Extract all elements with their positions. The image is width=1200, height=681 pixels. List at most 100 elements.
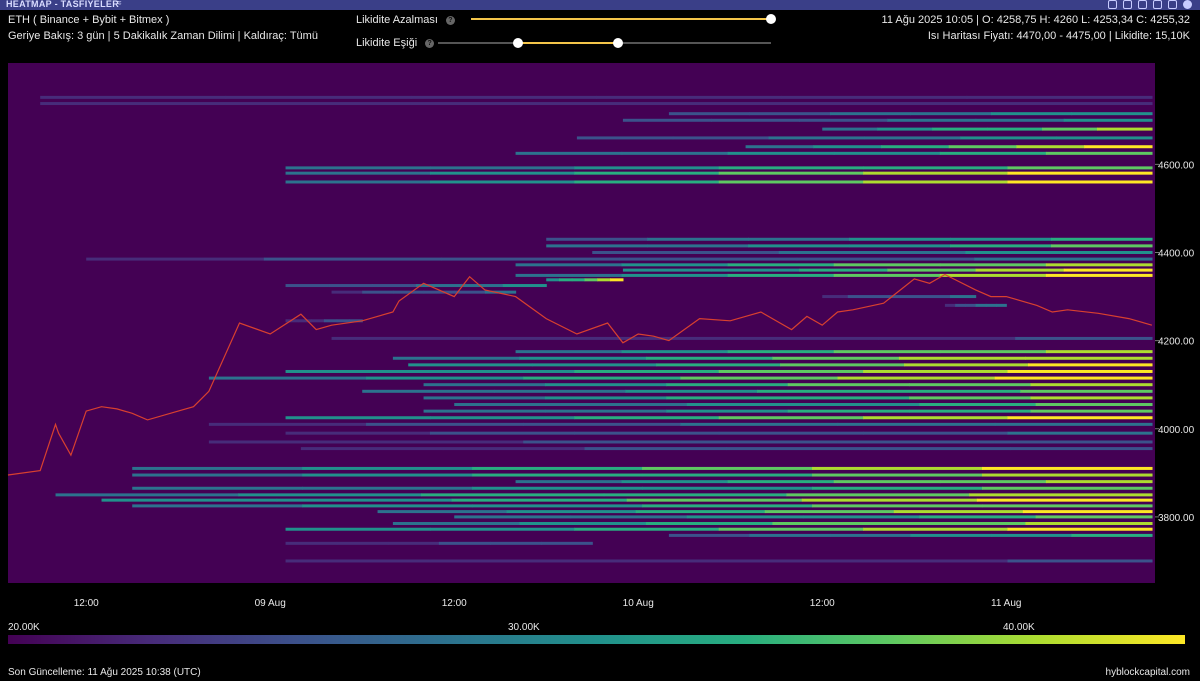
x-tick-label: 12:00 xyxy=(810,598,835,609)
liquidity-band xyxy=(408,363,533,367)
liquidity-band xyxy=(910,112,992,116)
slider-handle[interactable] xyxy=(766,14,776,24)
liquidity-band xyxy=(768,136,866,140)
liquidity-threshold-text: Likidite Eşiği xyxy=(356,37,418,49)
liquidity-band xyxy=(541,541,593,545)
liquidity-band xyxy=(939,263,1047,267)
liquidation-heatmap-chart[interactable]: 4600.00 4400.00 4200.00 4000.00 3800.00 12:00… xyxy=(0,60,1200,615)
liquidity-band xyxy=(833,263,941,267)
liquidity-band xyxy=(711,118,800,122)
liquidity-band xyxy=(868,447,1011,451)
close-icon[interactable] xyxy=(1183,0,1192,9)
liquidity-band xyxy=(596,95,782,99)
liquidity-band xyxy=(944,303,956,307)
liquidity-band xyxy=(718,416,864,420)
liquidity-band xyxy=(421,493,605,497)
liquidity-band xyxy=(597,278,611,282)
liquidity-band xyxy=(799,268,889,272)
liquidity-band xyxy=(718,180,864,184)
liquidity-band xyxy=(331,290,363,294)
liquidity-band xyxy=(1030,383,1153,387)
liquidity-band xyxy=(387,541,440,545)
liquidity-band xyxy=(208,440,367,444)
liquidity-band xyxy=(1007,171,1153,175)
sliders-icon[interactable]: ≈ xyxy=(116,0,122,9)
liquidity-band xyxy=(772,356,900,360)
liquidity-band xyxy=(429,431,575,435)
liquidity-band xyxy=(298,319,312,323)
liquidity-band xyxy=(570,403,688,407)
liquidity-band xyxy=(932,127,988,131)
heatmap-price-info: Isı Haritası Fiyatı: 4470,00 - 4475,00 |… xyxy=(927,30,1190,42)
liquidity-band xyxy=(812,473,983,477)
home-icon[interactable] xyxy=(1138,0,1147,9)
download-icon[interactable] xyxy=(1168,0,1177,9)
liquidity-band xyxy=(863,180,1009,184)
liquidity-band xyxy=(285,180,431,184)
liquidity-band xyxy=(302,466,473,470)
refresh-icon[interactable] xyxy=(1108,0,1117,9)
liquidity-band xyxy=(300,447,444,451)
help-icon[interactable]: ? xyxy=(445,16,455,25)
camera-icon[interactable] xyxy=(1123,0,1132,9)
liquidity-band xyxy=(718,369,864,373)
liquidity-band xyxy=(745,145,814,149)
liquidity-band xyxy=(666,396,789,400)
liquidity-band xyxy=(1030,396,1153,400)
liquidity-band xyxy=(366,422,524,426)
settings-info: Geriye Bakış: 3 gün | 5 Dakikalık Zaman … xyxy=(8,30,318,42)
liquidity-band xyxy=(1084,145,1153,149)
brand-link[interactable]: hyblockcapital.com xyxy=(1106,667,1190,678)
colorbar-label: 20.00K xyxy=(8,622,40,633)
liquidity-band xyxy=(276,498,453,502)
liquidity-band xyxy=(757,389,890,393)
liquidity-band xyxy=(323,319,338,323)
liquidity-band xyxy=(666,383,789,387)
liquidity-band xyxy=(726,447,869,451)
liquidity-band xyxy=(1022,510,1153,514)
slider-handle-low[interactable] xyxy=(512,38,523,48)
liquidity-band xyxy=(863,166,1009,170)
liquidity-band xyxy=(208,422,367,426)
liquidity-band xyxy=(328,284,374,288)
liquidity-band xyxy=(285,369,431,373)
liquidity-decay-slider[interactable] xyxy=(471,14,776,24)
liquidity-band xyxy=(642,486,813,490)
liquidity-threshold-label: Likidite Eşiği? xyxy=(356,37,435,49)
liquidity-band xyxy=(576,136,674,140)
liquidity-band xyxy=(571,278,586,282)
liquidity-band xyxy=(55,493,239,497)
liquidity-band xyxy=(362,389,495,393)
liquidity-band xyxy=(645,522,774,526)
liquidity-band xyxy=(263,257,443,261)
liquidity-band xyxy=(975,268,1065,272)
liquidity-band xyxy=(864,136,961,140)
window-title: HEATMAP - TASFİYELER xyxy=(6,0,120,9)
liquidity-band xyxy=(392,356,520,360)
liquidity-band xyxy=(965,250,1060,254)
liquidity-band xyxy=(645,356,774,360)
liquidity-band xyxy=(515,151,623,155)
liquidity-band xyxy=(1045,273,1153,277)
liquidity-threshold-slider[interactable] xyxy=(438,38,771,48)
liquidity-band xyxy=(1007,527,1153,531)
liquidity-band xyxy=(468,336,606,340)
liquidity-band xyxy=(833,350,941,354)
liquidity-band xyxy=(981,486,1153,490)
liquidity-band xyxy=(996,303,1007,307)
table-icon[interactable] xyxy=(1153,0,1162,9)
x-tick-label: 11 Aug xyxy=(991,598,1021,609)
liquidity-band xyxy=(101,498,278,502)
liquidity-band xyxy=(812,486,983,490)
liquidity-band xyxy=(472,473,643,477)
slider-handle-high[interactable] xyxy=(612,38,623,48)
liquidity-band xyxy=(666,409,789,413)
liquidity-band xyxy=(515,350,623,354)
liquidity-band xyxy=(544,383,667,387)
liquidity-band xyxy=(863,369,1009,373)
liquidity-band xyxy=(410,95,597,99)
liquidity-band xyxy=(1050,244,1153,248)
help-icon[interactable]: ? xyxy=(425,39,435,48)
liquidity-band xyxy=(981,466,1153,470)
liquidity-band xyxy=(680,422,839,426)
